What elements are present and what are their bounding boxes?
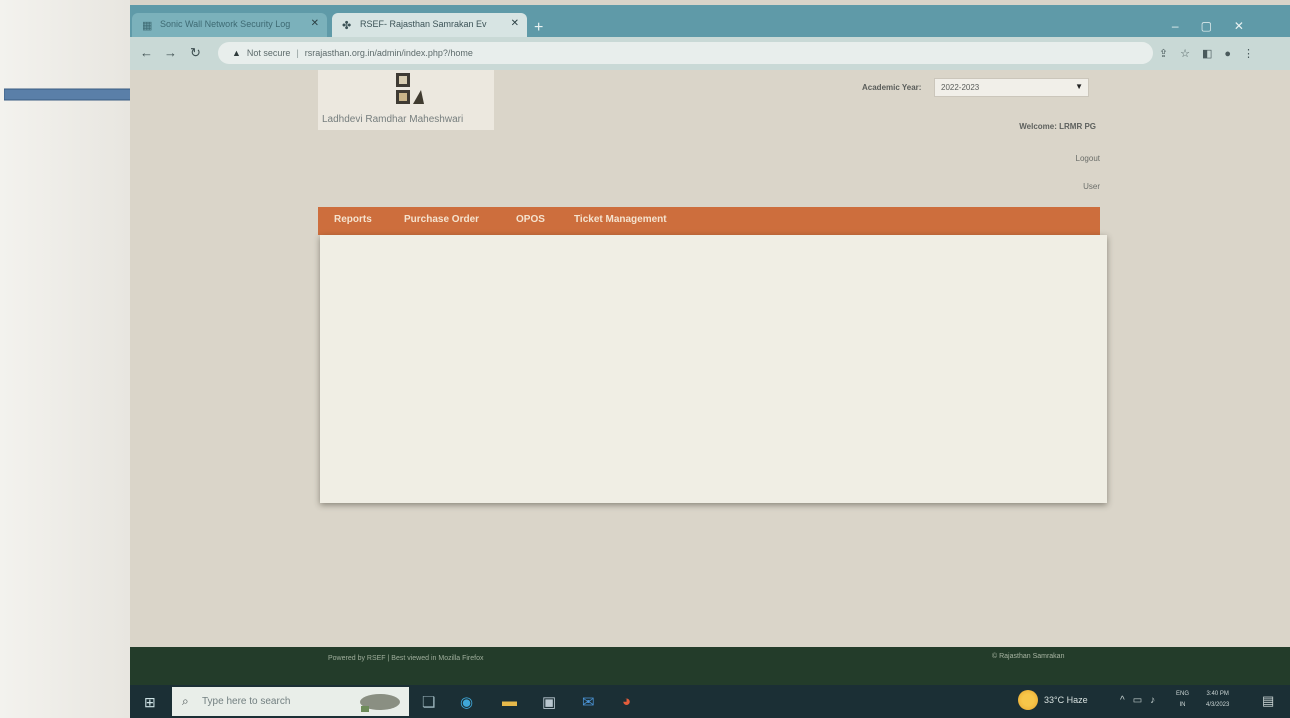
url-text: rsrajasthan.org.in/admin/index.php?/home [304, 48, 473, 58]
content-panel [320, 235, 1107, 503]
file-explorer-icon[interactable]: ▬ [502, 693, 517, 710]
tab-label: RSEF- Rajasthan Samrakan Ev [360, 19, 487, 29]
window-controls[interactable]: –▢✕ [1172, 19, 1266, 33]
welcome-text: Welcome: LRMR PG [1019, 122, 1096, 131]
store-icon[interactable]: ▣ [542, 693, 556, 711]
star-icon[interactable]: ☆ [1180, 48, 1202, 60]
browser-toolbar: ← → ↻ ▲ Not secure | rsrajasthan.org.in/adm… [130, 37, 1290, 70]
clock-date: 4/3/2023 [1206, 702, 1230, 708]
search-highlight-icon [360, 694, 400, 712]
chevron-down-icon: ▼ [1075, 82, 1083, 91]
nav-purchase-order[interactable]: Purchase Order [404, 214, 479, 225]
extensions-icon[interactable]: ◧ [1202, 48, 1224, 60]
footer-copyright: © Rajasthan Samrakan [992, 653, 1065, 660]
org-name: Ladhdevi Ramdhar Maheshwari [322, 114, 464, 125]
user-link[interactable]: User [1083, 182, 1100, 191]
edge-icon[interactable]: ◉ [460, 693, 473, 711]
monitor-screen: ▦ Sonic Wall Network Security Log ✕ ✤ RS… [130, 0, 1290, 718]
clock[interactable]: 3:40 PM 4/3/2023 [1206, 689, 1229, 711]
weather-text[interactable]: 33°C Haze [1044, 695, 1088, 705]
logo-emblem [396, 73, 424, 104]
notification-icon[interactable]: ▤ [1262, 693, 1274, 709]
profile-icon[interactable]: ● [1224, 48, 1243, 60]
footer-powered-by: Powered by RSEF | Best viewed in Mozilla… [328, 655, 484, 662]
tab-label: Sonic Wall Network Security Log [160, 19, 291, 29]
windows-taskbar: ⊞ ⌕ Type here to search ❏ ◉ ▬ ▣ ✉ ◕ 33°C… [130, 685, 1290, 718]
favicon-icon: ✤ [342, 20, 352, 32]
lang-code: ENG [1176, 691, 1190, 697]
tab-strip: ▦ Sonic Wall Network Security Log ✕ ✤ RS… [130, 5, 1290, 37]
language-indicator[interactable]: ENG IN [1176, 689, 1189, 711]
windows-start-icon[interactable]: ⊞ [144, 694, 156, 711]
address-bar[interactable]: ▲ Not secure | rsrajasthan.org.in/admin/ind… [218, 42, 1153, 64]
close-icon[interactable]: ✕ [511, 18, 519, 29]
weather-icon[interactable] [1018, 690, 1038, 710]
logout-link[interactable]: Logout [1076, 154, 1100, 163]
mail-icon[interactable]: ✉ [582, 693, 595, 711]
search-icon: ⌕ [182, 694, 189, 708]
back-icon[interactable]: ← [140, 45, 153, 60]
nav-reports[interactable]: Reports [334, 214, 372, 225]
new-tab-icon[interactable]: + [534, 19, 543, 37]
main-nav: Reports Purchase Order OPOS Ticket Manag… [318, 207, 1100, 235]
toolbar-icons[interactable]: ⇪☆◧●⋮ [1159, 47, 1266, 60]
forward-icon[interactable]: → [164, 45, 177, 60]
taskbar-search[interactable]: ⌕ Type here to search [172, 687, 409, 716]
close-icon[interactable]: ✕ [311, 18, 319, 29]
reload-icon[interactable]: ↻ [190, 45, 201, 61]
nav-ticket-management[interactable]: Ticket Management [574, 214, 667, 225]
chrome-icon[interactable]: ◕ [622, 693, 631, 710]
page-footer: Powered by RSEF | Best viewed in Mozilla… [130, 647, 1290, 685]
logo-area[interactable]: Ladhdevi Ramdhar Maheshwari [318, 70, 494, 130]
system-tray-icons[interactable]: ^▭♪ [1120, 695, 1163, 706]
academic-year-select[interactable]: 2022-2023 ▼ [934, 78, 1089, 97]
web-page: Ladhdevi Ramdhar Maheshwari Academic Yea… [130, 70, 1290, 647]
academic-year-label: Academic Year: [862, 83, 922, 92]
separator: | [296, 48, 299, 58]
search-placeholder: Type here to search [202, 696, 291, 707]
academic-year-value: 2022-2023 [941, 83, 980, 92]
tab-rsef[interactable]: ✤ RSEF- Rajasthan Samrakan Ev ✕ [332, 13, 527, 37]
warning-icon: ▲ [232, 48, 241, 58]
region-code: IN [1179, 702, 1186, 708]
favicon-icon: ▦ [142, 20, 153, 32]
menu-icon[interactable]: ⋮ [1243, 48, 1266, 60]
task-view-icon[interactable]: ❏ [422, 693, 435, 711]
nav-opos[interactable]: OPOS [516, 214, 545, 225]
share-icon[interactable]: ⇪ [1159, 48, 1180, 60]
security-label: Not secure [246, 48, 291, 58]
tab-sonicwall[interactable]: ▦ Sonic Wall Network Security Log ✕ [132, 13, 327, 37]
clock-time: 3:40 PM [1206, 691, 1229, 697]
